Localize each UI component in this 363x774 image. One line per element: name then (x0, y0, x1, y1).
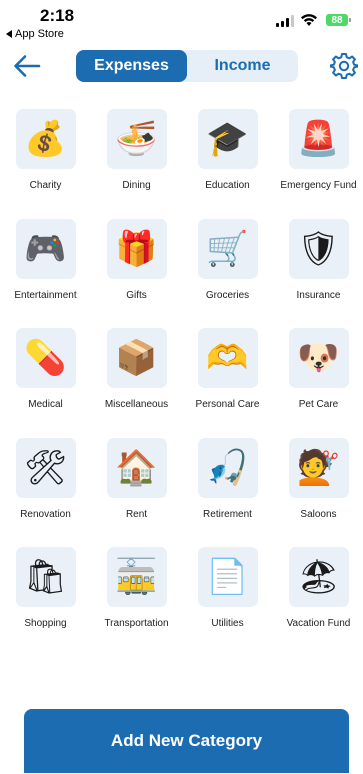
category-label: Pet Care (298, 399, 339, 410)
fishing-icon: 🎣 (197, 437, 258, 498)
category-entertainment[interactable]: 🎮 Entertainment (0, 210, 91, 320)
category-label: Miscellaneous (104, 399, 169, 410)
category-label: Saloons (300, 508, 337, 520)
dog-icon: 🐶 (288, 328, 349, 388)
category-pet-care[interactable]: 🐶 Pet Care (273, 319, 363, 429)
status-time: 2:18 (40, 6, 75, 25)
tab-expenses[interactable]: Expenses (76, 50, 187, 82)
bowl-icon: 🍜 (106, 109, 167, 169)
category-saloons[interactable]: 💇 Saloons (273, 429, 363, 539)
category-charity[interactable]: 💰 Charity (0, 100, 91, 210)
category-gifts[interactable]: 🎁 Gifts (91, 210, 182, 320)
app-store-back-label: App Store (15, 28, 64, 40)
back-triangle-icon (6, 30, 12, 38)
siren-icon: 🚨 (288, 109, 349, 169)
heart-hands-icon: 🫶 (197, 328, 258, 388)
category-grid: 💰 Charity 🍜 Dining 🎓 Education 🚨 Emergency Fund… (0, 100, 363, 648)
category-label: Shopping (24, 618, 67, 629)
back-arrow-icon[interactable] (12, 52, 42, 80)
beach-icon: 🏖 (288, 547, 349, 607)
shopping-bags-icon: 🛍 (15, 547, 76, 607)
category-miscellaneous[interactable]: 📦 Miscellaneous (91, 319, 182, 429)
category-education[interactable]: 🎓 Education (182, 100, 273, 210)
gift-icon: 🎁 (106, 218, 167, 279)
header: Expenses Income (0, 46, 363, 86)
category-shopping[interactable]: 🛍 Shopping (0, 538, 91, 648)
package-icon: 📦 (106, 328, 167, 388)
graduation-cap-icon: 🎓 (197, 109, 258, 169)
category-label: Education (205, 180, 250, 191)
category-label: Groceries (205, 289, 250, 301)
pill-icon: 💊 (15, 328, 76, 388)
haircut-icon: 💇 (288, 437, 349, 498)
category-emergency-fund[interactable]: 🚨 Emergency Fund (273, 100, 363, 210)
house-icon: 🏠 (106, 437, 167, 498)
category-label: Medical (28, 399, 63, 410)
app-store-back-link[interactable]: App Store (6, 28, 64, 40)
category-vacation-fund[interactable]: 🏖 Vacation Fund (273, 538, 363, 648)
category-label: Insurance (296, 289, 341, 301)
tab-income[interactable]: Income (187, 50, 298, 82)
category-label: Gifts (126, 289, 147, 301)
game-controller-icon: 🎮 (15, 218, 76, 279)
gear-icon[interactable] (330, 52, 358, 80)
category-rent[interactable]: 🏠 Rent (91, 429, 182, 539)
category-personal-care[interactable]: 🫶 Personal Care (182, 319, 273, 429)
category-renovation[interactable]: 🛠 Renovation (0, 429, 91, 539)
category-label: Charity (29, 180, 62, 191)
document-icon: 📄 (197, 547, 258, 607)
signal-icon (276, 15, 294, 27)
category-label: Transportation (104, 618, 169, 629)
category-groceries[interactable]: 🛒 Groceries (182, 210, 273, 320)
category-label: Rent (125, 508, 148, 520)
money-bag-icon: 💰 (15, 109, 76, 169)
category-label: Vacation Fund (286, 618, 351, 629)
battery-level: 88 (331, 14, 343, 26)
category-label: Emergency Fund (280, 180, 357, 191)
tram-icon: 🚋 (106, 547, 167, 607)
shield-icon: 🛡 (288, 218, 349, 279)
category-dining[interactable]: 🍜 Dining (91, 100, 182, 210)
add-new-category-button[interactable]: Add New Category (24, 709, 349, 773)
category-utilities[interactable]: 📄 Utilities (182, 538, 273, 648)
category-retirement[interactable]: 🎣 Retirement (182, 429, 273, 539)
category-transportation[interactable]: 🚋 Transportation (91, 538, 182, 648)
category-label: Utilities (211, 618, 244, 629)
category-medical[interactable]: 💊 Medical (0, 319, 91, 429)
category-label: Entertainment (14, 289, 77, 301)
category-label: Dining (122, 180, 151, 191)
category-label: Retirement (203, 508, 252, 520)
battery-icon: 88 (326, 14, 351, 26)
category-label: Personal Care (195, 399, 260, 410)
tools-icon: 🛠 (15, 437, 76, 498)
shopping-cart-icon: 🛒 (197, 218, 258, 279)
category-insurance[interactable]: 🛡 Insurance (273, 210, 363, 320)
expense-income-toggle: Expenses Income (76, 50, 298, 82)
status-bar: 2:18 App Store 88 (0, 0, 363, 44)
wifi-icon (301, 14, 317, 26)
category-label: Renovation (20, 508, 71, 520)
